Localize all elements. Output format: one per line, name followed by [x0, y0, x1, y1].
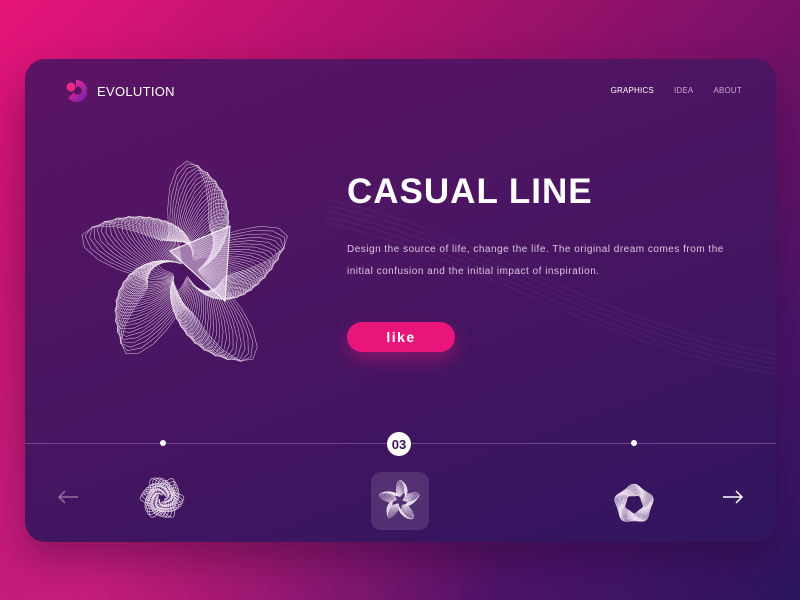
line-star-thumbnail-icon [379, 479, 420, 520]
evolution-logo-icon [66, 79, 87, 102]
arrow-right-icon[interactable] [722, 489, 744, 505]
top-nav: GRAPHICS IDEA ABOUT [611, 86, 742, 95]
main-card: EVOLUTION GRAPHICS IDEA ABOUT CASUAL LIN… [25, 59, 776, 542]
hero-description: Design the source of life, change the li… [347, 244, 724, 277]
nav-item-about[interactable]: ABOUT [713, 86, 742, 95]
arrow-left-icon[interactable] [57, 489, 79, 505]
line-star-thumbnail[interactable] [371, 472, 429, 530]
pentagon-thumbnail[interactable] [609, 479, 659, 529]
brand-name: EVOLUTION [97, 83, 175, 99]
nav-item-idea[interactable]: IDEA [674, 86, 693, 95]
timeline-dot[interactable] [160, 440, 166, 446]
brand-logo[interactable]: EVOLUTION [65, 79, 175, 103]
line-star-artwork [81, 160, 288, 362]
like-button[interactable]: like [347, 322, 455, 352]
page-indicator[interactable]: 03 [387, 432, 411, 456]
nav-item-graphics[interactable]: GRAPHICS [611, 86, 654, 95]
page-title: CASUAL LINE [347, 172, 593, 211]
swirl-flower-thumbnail[interactable] [137, 473, 187, 523]
timeline-dot[interactable] [631, 440, 637, 446]
